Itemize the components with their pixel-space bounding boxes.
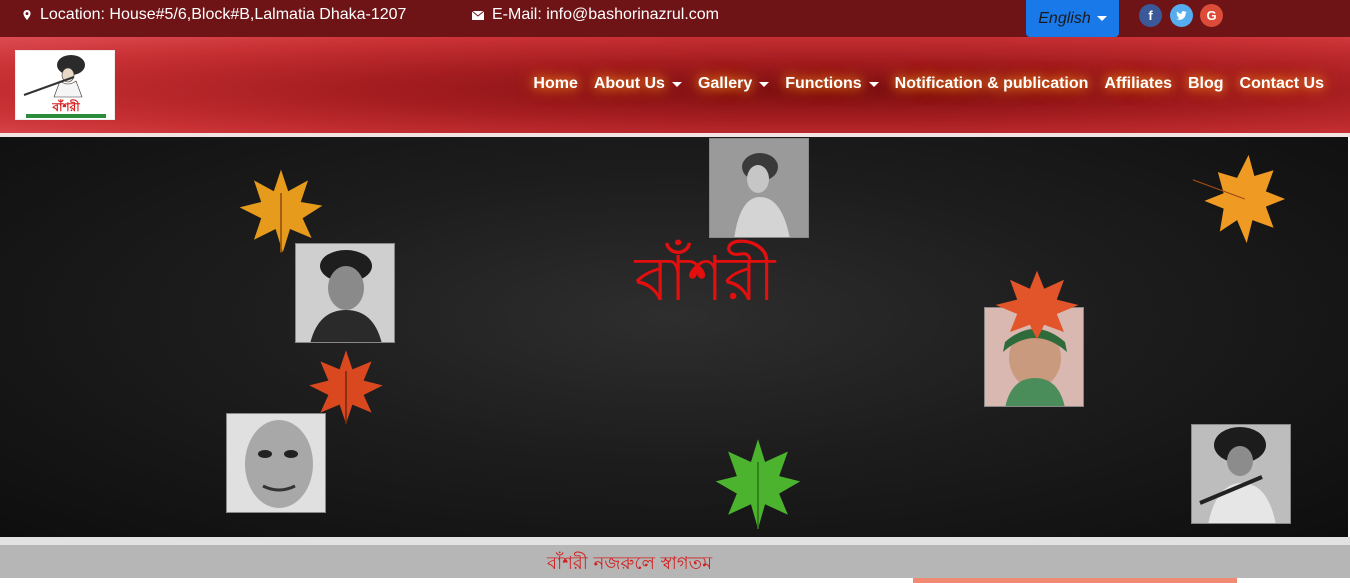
location-info: Location: House#5/6,Block#B,Lalmatia Dha… (22, 6, 406, 24)
hero-title: বাঁশরী (634, 242, 776, 315)
content-card-edge (913, 578, 1237, 583)
autumn-leaf (995, 270, 1079, 340)
facebook-icon[interactable]: f (1139, 4, 1162, 27)
welcome-bar: বাঁশরী নজরুলে স্বাগতম (0, 545, 1350, 578)
nav-functions[interactable]: Functions (785, 75, 879, 93)
location-text: Location: House#5/6,Block#B,Lalmatia Dha… (40, 6, 407, 23)
google-plus-icon[interactable]: G (1200, 4, 1223, 27)
section-divider (0, 537, 1350, 545)
nav-gallery-label: Gallery (697, 75, 753, 92)
nav-notification-label: Notification & publication (894, 75, 1089, 92)
envelope-icon (472, 10, 484, 20)
chevron-down-icon (1096, 16, 1107, 21)
nav-blog[interactable]: Blog (1188, 75, 1224, 93)
nav-contact-us-label: Contact Us (1239, 75, 1324, 92)
autumn-leaf (309, 350, 383, 424)
nav-gallery[interactable]: Gallery (697, 75, 770, 93)
twitter-icon[interactable] (1170, 4, 1193, 27)
nav-notification-publication[interactable]: Notification & publication (895, 75, 1089, 93)
green-leaf (715, 439, 801, 529)
nav-home[interactable]: Home (533, 75, 577, 93)
language-dropdown[interactable]: English (1026, 0, 1119, 37)
autumn-leaf (239, 169, 323, 253)
nav-about-us-label: About Us (593, 75, 665, 92)
nav-about-us[interactable]: About Us (594, 75, 682, 93)
logo-caption: বাঁশরী (51, 99, 80, 114)
logo-graphic: বাঁশরী (16, 51, 114, 119)
nav-contact-us[interactable]: Contact Us (1240, 75, 1324, 93)
map-marker-icon (23, 10, 31, 20)
autumn-leaf (1192, 154, 1286, 244)
chevron-down-icon (759, 81, 770, 87)
portrait-photo (295, 243, 395, 343)
twitter-bird-icon (1176, 11, 1187, 20)
site-logo[interactable]: বাঁশরী (15, 50, 115, 120)
top-bar: Location: House#5/6,Block#B,Lalmatia Dha… (0, 0, 1350, 37)
chevron-down-icon (671, 81, 682, 87)
hero-banner: বাঁশরী (0, 137, 1348, 537)
email-text[interactable]: E-Mail: info@bashorinazrul.com (492, 6, 719, 24)
portrait-photo (226, 413, 326, 513)
nav-home-label: Home (533, 75, 578, 92)
nav-affiliates[interactable]: Affiliates (1104, 75, 1172, 93)
welcome-text: বাঁশরী নজরুলে স্বাগতম (547, 553, 713, 574)
nav-functions-label: Functions (785, 75, 862, 92)
language-label: English (1038, 9, 1091, 27)
nav-blog-label: Blog (1188, 75, 1224, 92)
portrait-photo (1191, 424, 1291, 524)
portrait-photo (709, 138, 809, 238)
nav-affiliates-label: Affiliates (1104, 75, 1172, 92)
chevron-down-icon (868, 81, 879, 87)
main-navbar: বাঁশরী Home About Us Gallery Functions N… (0, 37, 1350, 137)
email-info: E-Mail: info@bashorinazrul.com (472, 6, 719, 24)
nav-menu: Home About Us Gallery Functions Notifica… (533, 75, 1324, 93)
